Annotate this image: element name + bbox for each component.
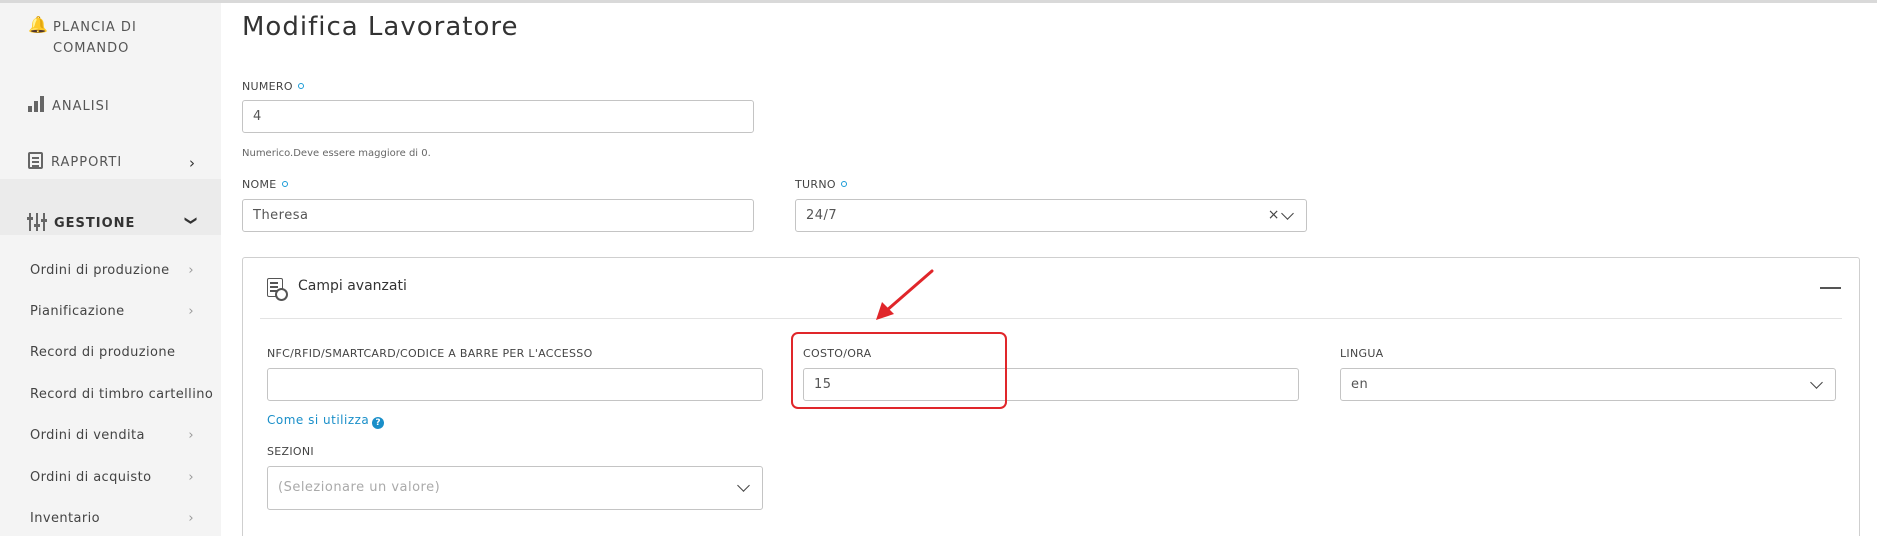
bell-icon: 🔔 xyxy=(28,15,49,34)
bar-chart-icon xyxy=(28,96,44,112)
chevron-right-icon: › xyxy=(188,470,194,485)
sidebar-subitem-ordini-vendita[interactable]: Ordini di vendita › xyxy=(0,421,221,451)
required-icon xyxy=(281,181,288,187)
clear-icon[interactable]: × xyxy=(1268,200,1280,231)
chevron-right-icon: › xyxy=(188,428,194,443)
sidebar-item-dashboard[interactable]: 🔔 PLANCIA DI COMANDO xyxy=(0,17,221,59)
nome-input[interactable]: Theresa xyxy=(242,199,754,232)
sidebar-item-label: RAPPORTI xyxy=(51,155,123,170)
annotation-arrow-icon xyxy=(876,269,934,320)
numero-input[interactable]: 4 xyxy=(242,100,754,133)
chevron-down-icon: ❯ xyxy=(184,215,199,227)
sidebar-subitem-label: Ordini di produzione xyxy=(30,263,170,278)
sidebar-subitem-record-produzione[interactable]: Record di produzione xyxy=(0,338,221,368)
chevron-down-icon[interactable] xyxy=(1281,207,1294,220)
top-border xyxy=(0,0,1877,3)
collapse-icon[interactable] xyxy=(1820,287,1841,289)
numero-label-text: NUMERO xyxy=(242,80,293,93)
sezioni-select[interactable]: (Selezionare un valore) xyxy=(267,466,763,510)
chevron-right-icon: › xyxy=(188,263,194,278)
how-to-link[interactable]: Come si utilizza? xyxy=(267,413,385,429)
sezioni-label: SEZIONI xyxy=(267,445,314,458)
sliders-icon xyxy=(27,213,47,231)
chevron-right-icon: › xyxy=(188,511,194,526)
nfc-label: NFC/RFID/SMARTCARD/CODICE A BARRE PER L'… xyxy=(267,347,593,360)
turno-value: 24/7 xyxy=(806,208,838,223)
nfc-input[interactable] xyxy=(267,368,763,401)
sezioni-placeholder: (Selezionare un valore) xyxy=(278,480,441,495)
chevron-down-icon[interactable] xyxy=(1810,376,1823,389)
turno-label-text: TURNO xyxy=(795,178,836,191)
nome-label-text: NOME xyxy=(242,178,277,191)
settings-document-icon xyxy=(267,278,288,301)
sidebar-item-gestione[interactable]: GESTIONE ❯ xyxy=(0,179,221,235)
sidebar-subitem-record-timbro[interactable]: Record di timbro cartellino xyxy=(0,380,221,410)
numero-label: NUMERO xyxy=(242,80,304,93)
sidebar-item-label: ANALISI xyxy=(52,99,110,114)
sidebar-subitem-label: Record di timbro cartellino xyxy=(30,387,214,402)
sidebar-item-rapporti[interactable]: RAPPORTI › xyxy=(0,152,221,173)
lingua-select[interactable]: en xyxy=(1340,368,1836,401)
page-title: Modifica Lavoratore xyxy=(242,12,519,42)
sidebar-subitem-ordini-produzione[interactable]: Ordini di produzione › xyxy=(0,256,221,286)
sidebar-subitem-pianificazione[interactable]: Pianificazione › xyxy=(0,297,221,327)
sidebar-subitem-label: Pianificazione xyxy=(30,304,125,319)
panel-title: Campi avanzati xyxy=(298,278,407,294)
numero-hint: Numerico.Deve essere maggiore di 0. xyxy=(242,148,431,159)
divider xyxy=(260,318,1842,319)
chevron-right-icon: › xyxy=(189,154,196,172)
nome-label: NOME xyxy=(242,178,288,191)
required-icon xyxy=(840,181,847,187)
sidebar-subitem-label: Inventario xyxy=(30,511,100,526)
sidebar-subitem-inventario[interactable]: Inventario › xyxy=(0,504,221,534)
sidebar-item-label: GESTIONE xyxy=(54,216,136,231)
sidebar-subitem-label: Ordini di vendita xyxy=(30,428,145,443)
sidebar-item-analisi[interactable]: ANALISI xyxy=(0,96,221,117)
required-icon xyxy=(297,83,304,89)
chevron-right-icon: › xyxy=(188,304,194,319)
sidebar-subitem-label: Record di produzione xyxy=(30,345,176,360)
turno-select[interactable]: 24/7 × xyxy=(795,199,1307,232)
sidebar-item-label: PLANCIA DI COMANDO xyxy=(53,20,137,56)
report-icon xyxy=(28,152,43,169)
sidebar: 🔔 PLANCIA DI COMANDO ANALISI RAPPORTI › … xyxy=(0,3,221,536)
help-icon[interactable]: ? xyxy=(372,417,385,429)
chevron-down-icon[interactable] xyxy=(737,479,750,492)
sidebar-subitem-ordini-acquisto[interactable]: Ordini di acquisto › xyxy=(0,463,221,493)
lingua-value: en xyxy=(1351,377,1369,392)
sidebar-subitem-label: Ordini di acquisto xyxy=(30,470,152,485)
turno-label: TURNO xyxy=(795,178,847,191)
how-to-text: Come si utilizza xyxy=(267,413,370,427)
lingua-label: LINGUA xyxy=(1340,347,1384,360)
highlight-box xyxy=(791,332,1007,409)
